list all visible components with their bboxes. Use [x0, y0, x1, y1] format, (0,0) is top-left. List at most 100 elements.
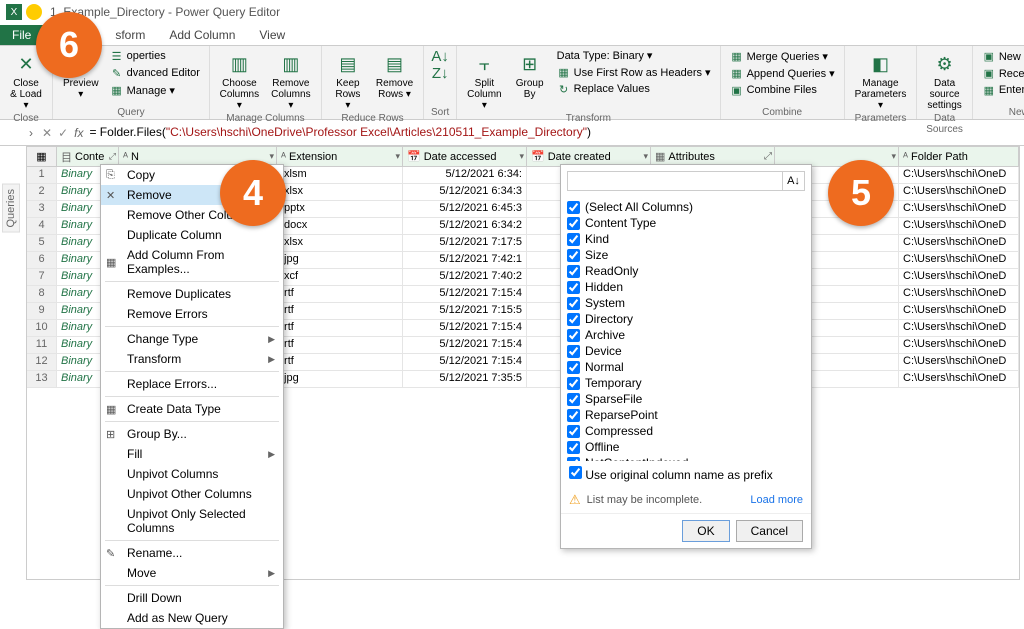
expand-option[interactable]: ReadOnly	[567, 263, 805, 279]
editor-icon: ✎	[110, 66, 124, 80]
filter-icon[interactable]: ▾	[891, 151, 896, 162]
expand-option[interactable]: System	[567, 295, 805, 311]
ctx-icon: ✕	[106, 189, 120, 202]
split-column-button[interactable]: ⫟Split Column ▾	[463, 48, 505, 113]
use-prefix-checkbox[interactable]: Use original column name as prefix	[569, 468, 773, 482]
formula-cancel[interactable]: ✕	[42, 126, 52, 140]
append-queries-button[interactable]: ▦Append Queries ▾	[727, 65, 838, 81]
manage-button[interactable]: ▦Manage ▾	[107, 82, 203, 98]
ctx-add-as-new-query[interactable]: Add as New Query	[101, 608, 283, 628]
ctx-unpivot-columns[interactable]: Unpivot Columns	[101, 464, 283, 484]
group-manage-columns: ▥Choose Columns ▾ ▥Remove Columns ▾ Mana…	[210, 46, 322, 119]
first-row-headers-button[interactable]: ▦Use First Row as Headers ▾	[554, 64, 714, 80]
ctx-unpivot-other-columns[interactable]: Unpivot Other Columns	[101, 484, 283, 504]
expand-option[interactable]: (Select All Columns)	[567, 199, 805, 215]
formula-accept[interactable]: ✓	[58, 126, 68, 140]
filter-icon[interactable]: ▾	[269, 151, 274, 162]
choose-columns-button[interactable]: ▥Choose Columns ▾	[216, 48, 263, 113]
header-rownum[interactable]: ▦	[27, 147, 57, 166]
ctx-fill[interactable]: Fill▶	[101, 444, 283, 464]
expand-option[interactable]: Temporary	[567, 375, 805, 391]
sort-asc-button[interactable]: A↓	[430, 48, 450, 64]
expand-option[interactable]: Directory	[567, 311, 805, 327]
datatype-button[interactable]: Data Type: Binary ▾	[554, 48, 714, 63]
ctx-add-column-from-examples-[interactable]: ▦Add Column From Examples...	[101, 245, 283, 279]
tab-transform[interactable]: sform	[103, 25, 157, 45]
expand-record-icon[interactable]: ⤢	[764, 151, 772, 162]
cancel-button[interactable]: Cancel	[736, 520, 803, 542]
sort-desc-icon: Z↓	[433, 66, 447, 80]
tab-add-column[interactable]: Add Column	[157, 25, 247, 45]
remove-columns-button[interactable]: ▥Remove Columns ▾	[267, 48, 315, 113]
ctx-remove-duplicates[interactable]: Remove Duplicates	[101, 284, 283, 304]
expand-search-input[interactable]	[567, 171, 783, 191]
ctx-drill-down[interactable]: Drill Down	[101, 588, 283, 608]
sort-az-icon[interactable]: A↓	[783, 171, 805, 191]
queries-chevron[interactable]: ›	[26, 124, 36, 142]
ctx-icon: ▦	[106, 256, 120, 269]
group-new-query: ▣New Source ▾ ▣Recent Sources ▾ ▦Enter D…	[973, 46, 1024, 119]
group-transform: ⫟Split Column ▾ ⊞Group By Data Type: Bin…	[457, 46, 720, 119]
ctx-move[interactable]: Move▶	[101, 563, 283, 583]
cell-date-accessed: 5/12/2021 6:34:2	[403, 218, 527, 234]
header-date-accessed[interactable]: 📅Date accessed▾	[403, 147, 527, 166]
row-num: 10	[27, 320, 57, 336]
header-folder-path[interactable]: ᴬFolder Path	[899, 147, 1019, 166]
expand-option[interactable]: Kind	[567, 231, 805, 247]
cell-folder: C:\Users\hschi\OneD	[899, 252, 1019, 268]
expand-option[interactable]: Size	[567, 247, 805, 263]
load-more-link[interactable]: Load more	[750, 494, 803, 506]
titlebar: X 1_Example_Directory - Power Query Edit…	[0, 0, 1024, 24]
cell-folder: C:\Users\hschi\OneD	[899, 354, 1019, 370]
tab-view[interactable]: View	[247, 25, 297, 45]
ctx-transform[interactable]: Transform▶	[101, 349, 283, 369]
ctx-replace-errors-[interactable]: Replace Errors...	[101, 374, 283, 394]
sort-desc-button[interactable]: Z↓	[430, 65, 450, 81]
manage-parameters-button[interactable]: ◧Manage Parameters ▾	[851, 48, 911, 113]
ctx-rename-[interactable]: ✎Rename...	[101, 543, 283, 563]
enter-data-button[interactable]: ▦Enter Data	[979, 82, 1024, 98]
expand-option[interactable]: Offline	[567, 439, 805, 455]
expand-option[interactable]: Hidden	[567, 279, 805, 295]
group-by-button[interactable]: ⊞Group By	[510, 48, 550, 102]
ctx-create-data-type[interactable]: ▦Create Data Type	[101, 399, 283, 419]
filter-icon[interactable]: ▾	[519, 151, 524, 162]
filter-icon[interactable]: ▾	[395, 151, 400, 162]
advanced-editor-button[interactable]: ✎dvanced Editor	[107, 65, 203, 81]
row-num: 6	[27, 252, 57, 268]
expand-icon[interactable]: ⤢	[109, 151, 116, 162]
remove-rows-button[interactable]: ▤Remove Rows ▾	[372, 48, 417, 102]
recent-sources-button[interactable]: ▣Recent Sources ▾	[979, 65, 1024, 81]
expand-option[interactable]: Archive	[567, 327, 805, 343]
ctx-change-type[interactable]: Change Type▶	[101, 329, 283, 349]
ok-button[interactable]: OK	[682, 520, 729, 542]
ctx-unpivot-only-selected-columns[interactable]: Unpivot Only Selected Columns	[101, 504, 283, 538]
replace-values-button[interactable]: ↻Replace Values	[554, 81, 714, 97]
expand-option[interactable]: Content Type	[567, 215, 805, 231]
expand-option[interactable]: Device	[567, 343, 805, 359]
expand-option[interactable]: SparseFile	[567, 391, 805, 407]
expand-option[interactable]: Normal	[567, 359, 805, 375]
combine-files-button[interactable]: ▣Combine Files	[727, 82, 838, 98]
ribbon: ✕ Close & Load ▾ Close ⟳ Preview ▾ ☰oper…	[0, 46, 1024, 120]
cell-date-accessed: 5/12/2021 7:15:4	[403, 354, 527, 370]
ctx-remove-errors[interactable]: Remove Errors	[101, 304, 283, 324]
ctx-group-by-[interactable]: ⊞Group By...	[101, 424, 283, 444]
data-source-settings-button[interactable]: ⚙Data source settings	[923, 48, 965, 113]
ctx-icon: ⎘	[106, 169, 120, 182]
ctx-duplicate-column[interactable]: Duplicate Column	[101, 225, 283, 245]
keep-rows-button[interactable]: ▤Keep Rows ▾	[328, 48, 368, 113]
header-extension[interactable]: ᴬExtension▾	[277, 147, 403, 166]
new-source-button[interactable]: ▣New Source ▾	[979, 48, 1024, 64]
merge-queries-button[interactable]: ▦Merge Queries ▾	[727, 48, 838, 64]
expand-option[interactable]: ReparsePoint	[567, 407, 805, 423]
cell-date-accessed: 5/12/2021 7:40:2	[403, 269, 527, 285]
queries-pane-tab[interactable]: Queries	[2, 184, 20, 233]
filter-icon[interactable]: ▾	[643, 151, 648, 162]
row-num: 11	[27, 337, 57, 353]
expand-option[interactable]: Compressed	[567, 423, 805, 439]
formula-text[interactable]: = Folder.Files("C:\Users\hschi\OneDrive\…	[89, 125, 590, 140]
properties-button[interactable]: ☰operties	[107, 48, 203, 64]
context-menu: ⎘Copy✕RemoveRemove Other ColumnsDuplicat…	[100, 164, 284, 629]
ctx-icon: ▦	[106, 403, 120, 416]
